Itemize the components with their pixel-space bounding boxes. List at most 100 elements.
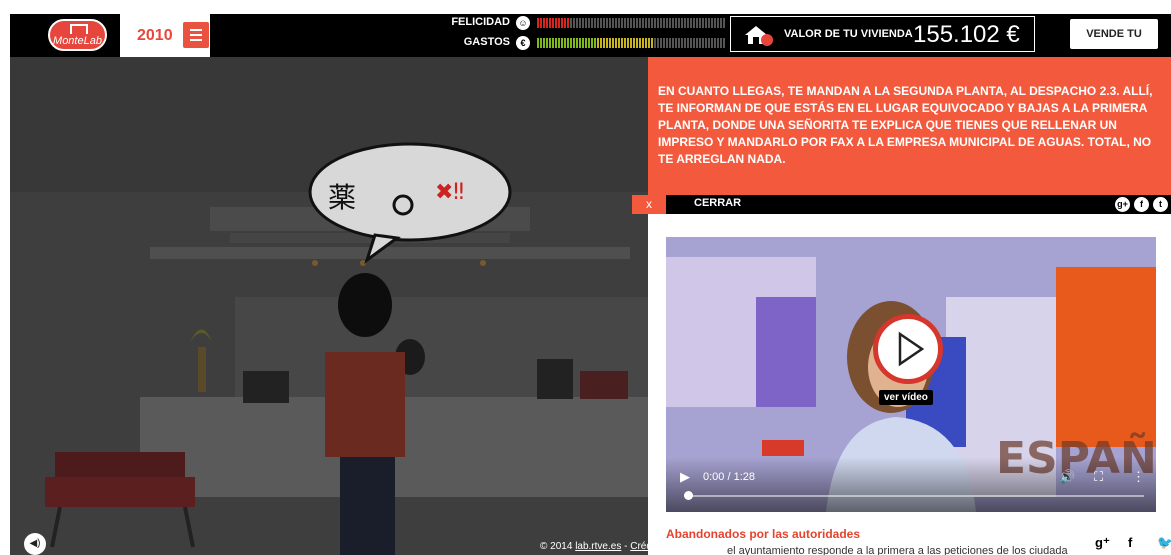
meter-segment xyxy=(594,38,596,48)
video-controls: ▶ 0:00 / 1:28 🔊 ⛶ ⋮ xyxy=(666,457,1156,512)
meter-segment xyxy=(558,18,560,28)
meter-segment xyxy=(654,18,656,28)
meter-segment xyxy=(540,38,542,48)
meter-segment xyxy=(657,38,659,48)
svg-text:薬: 薬 xyxy=(328,181,356,214)
montelab-logo[interactable]: MonteLab xyxy=(48,19,107,51)
play-button[interactable] xyxy=(873,314,943,384)
meter-segment xyxy=(645,18,647,28)
volume-icon[interactable]: 🔊 xyxy=(1059,469,1075,485)
house-value-box: VALOR DE TU VIVIENDA 155.102 € xyxy=(730,16,1035,52)
share-twitter-icon[interactable]: 🐦 xyxy=(1157,535,1171,551)
video-play-icon[interactable]: ▶ xyxy=(680,469,690,485)
play-icon xyxy=(898,331,925,367)
meter-segment xyxy=(669,38,671,48)
article-text: el ayuntamiento responde a la primera a … xyxy=(727,545,1068,555)
video-progress-bar[interactable] xyxy=(684,491,1144,500)
close-button[interactable]: CERRAR xyxy=(694,197,741,209)
meter-segment xyxy=(648,38,650,48)
meter-segment xyxy=(651,38,653,48)
meter-segment xyxy=(675,18,677,28)
share-facebook-icon[interactable]: f xyxy=(1128,535,1132,550)
meter-segment xyxy=(690,18,692,28)
meter-segment xyxy=(687,38,689,48)
meter-segment xyxy=(621,18,623,28)
office-illustration: 薬 ✖‼ xyxy=(10,57,648,555)
meter-segment xyxy=(699,18,701,28)
story-text: EN CUANTO LLEGAS, TE MANDAN A LA SEGUNDA… xyxy=(648,57,1171,195)
meter-segment xyxy=(579,38,581,48)
meter-segment xyxy=(723,18,725,28)
meter-segment xyxy=(624,38,626,48)
meter-segment xyxy=(696,38,698,48)
meter-segment xyxy=(555,18,557,28)
meter-segment xyxy=(618,38,620,48)
meter-segment xyxy=(690,38,692,48)
meter-segment xyxy=(630,18,632,28)
facebook-icon[interactable]: f xyxy=(1134,197,1149,212)
meter-segment xyxy=(717,18,719,28)
meter-segment xyxy=(558,38,560,48)
meter-segment xyxy=(693,18,695,28)
more-options-icon[interactable]: ⋮ xyxy=(1132,469,1145,485)
meter-segment xyxy=(714,18,716,28)
google-plus-icon[interactable]: g+ xyxy=(1115,197,1130,212)
meter-segment xyxy=(543,18,545,28)
meter-segment xyxy=(669,18,671,28)
meter-segment xyxy=(609,18,611,28)
expenses-label: GASTOS xyxy=(463,36,510,48)
twitter-icon[interactable]: t xyxy=(1153,197,1168,212)
meter-segment xyxy=(585,18,587,28)
footer-link[interactable]: lab.rtve.es xyxy=(575,541,621,552)
meter-segment xyxy=(684,18,686,28)
meter-segment xyxy=(615,18,617,28)
sell-house-button[interactable]: VENDE TU CASA xyxy=(1070,19,1158,70)
house-value-label: VALOR DE TU VIVIENDA xyxy=(784,28,913,40)
fullscreen-icon[interactable]: ⛶ xyxy=(1094,469,1103,485)
meter-segment xyxy=(624,18,626,28)
house-icon xyxy=(745,26,773,46)
meter-segment xyxy=(552,18,554,28)
house-value-amount: 155.102 € xyxy=(913,21,1020,48)
meter-segment xyxy=(648,18,650,28)
sound-toggle[interactable]: ◀) xyxy=(24,533,46,555)
meter-segment xyxy=(588,18,590,28)
meter-segment xyxy=(597,38,599,48)
meter-segment xyxy=(600,18,602,28)
meter-segment xyxy=(540,18,542,28)
meter-segment xyxy=(642,38,644,48)
meter-segment xyxy=(567,38,569,48)
meter-segment xyxy=(711,18,713,28)
meter-segment xyxy=(633,38,635,48)
expenses-meter xyxy=(537,38,727,48)
share-google-plus-icon[interactable]: g⁺ xyxy=(1095,535,1110,551)
game-scene: 薬 ✖‼ xyxy=(10,57,648,555)
menu-button[interactable] xyxy=(183,22,209,48)
meter-segment xyxy=(603,38,605,48)
meter-segment xyxy=(552,38,554,48)
meter-segment xyxy=(591,38,593,48)
video-progress-knob[interactable] xyxy=(684,491,693,500)
meter-segment xyxy=(537,38,539,48)
close-x-button[interactable]: x xyxy=(632,195,666,214)
meter-segment xyxy=(630,38,632,48)
video-player[interactable]: ESPAÑA ver vídeo ▶ 0:00 / 1:28 🔊 ⛶ ⋮ xyxy=(666,237,1156,512)
article-title[interactable]: Abandonados por las autoridades xyxy=(666,527,860,541)
meter-segment xyxy=(537,18,539,28)
meter-segment xyxy=(636,38,638,48)
meter-segment xyxy=(702,38,704,48)
app-window: MonteLab 2010 FELICIDAD ☺ GASTOS € VALOR… xyxy=(0,0,1171,555)
meter-segment xyxy=(612,38,614,48)
meter-segment xyxy=(702,18,704,28)
svg-text:✖‼: ✖‼ xyxy=(435,180,464,205)
play-caption: ver vídeo xyxy=(879,390,933,405)
meter-segment xyxy=(546,18,548,28)
year-label: 2010 xyxy=(137,27,173,44)
meter-segment xyxy=(675,38,677,48)
meter-segment xyxy=(606,18,608,28)
meter-segment xyxy=(636,18,638,28)
meter-segment xyxy=(627,38,629,48)
meter-segment xyxy=(549,18,551,28)
meter-segment xyxy=(555,38,557,48)
meter-segment xyxy=(567,18,569,28)
